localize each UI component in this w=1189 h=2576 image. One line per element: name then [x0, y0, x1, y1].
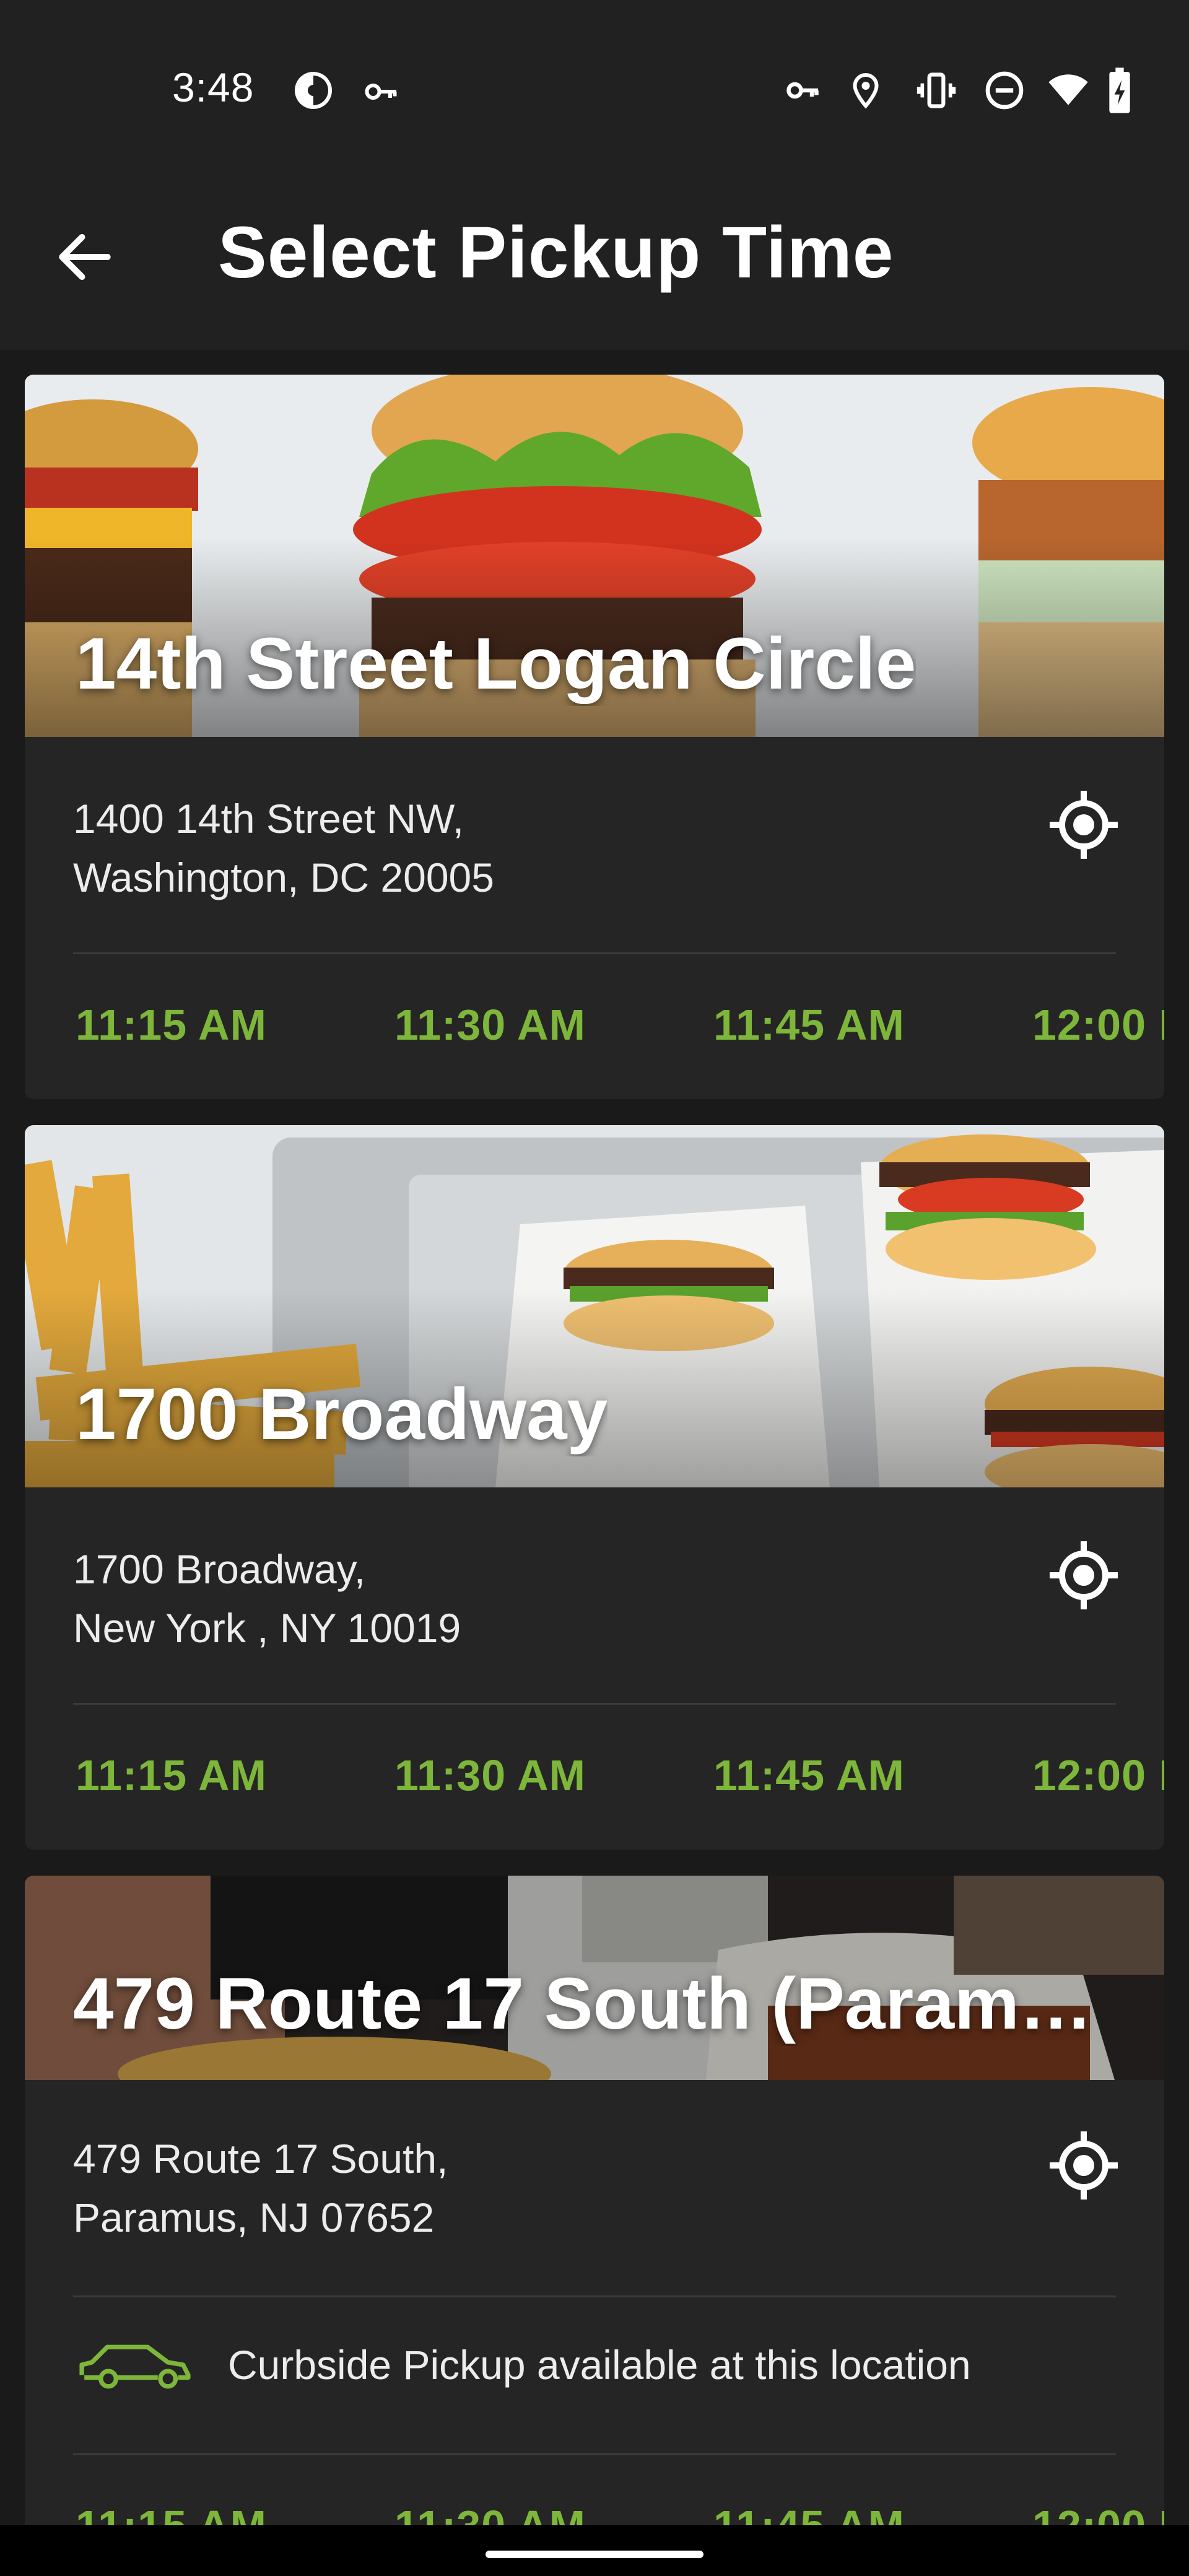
- status-time: 3:48: [172, 64, 255, 110]
- pickup-time-option[interactable]: 11:15 AM: [76, 1000, 267, 1050]
- locate-on-map-button[interactable]: [1047, 788, 1121, 862]
- curbside-text: Curbside Pickup available at this locati…: [228, 2342, 971, 2388]
- locate-on-map-button[interactable]: [1047, 2128, 1121, 2203]
- page-title: Select Pickup Time: [218, 212, 894, 294]
- my-location-icon: [1050, 1541, 1118, 1609]
- location-name: 479 Route 17 South (Param…: [73, 1963, 1092, 2045]
- address-line-2: Paramus, NJ 07652: [73, 2195, 435, 2240]
- pickup-time-option[interactable]: 12:00 PM: [1032, 1751, 1164, 1800]
- curbside-notice: Curbside Pickup available at this locati…: [73, 2334, 971, 2396]
- divider: [73, 952, 1116, 954]
- address-line-2: Washington, DC 20005: [73, 855, 494, 900]
- do-not-disturb-icon: [983, 69, 1026, 115]
- divider: [73, 2453, 1116, 2455]
- wifi-icon: [1045, 69, 1091, 113]
- address-line-1: 1400 14th Street NW,: [73, 796, 464, 842]
- status-bar: 3:48: [0, 0, 1189, 136]
- address-line-2: New York , NY 10019: [73, 1605, 461, 1651]
- car-icon: [79, 2344, 191, 2389]
- address-line-1: 479 Route 17 South,: [73, 2136, 448, 2182]
- pickup-time-option[interactable]: 11:30 AM: [394, 1751, 586, 1800]
- location-card[interactable]: 479 Route 17 South (Param… 479 Route 17 …: [25, 1876, 1164, 2576]
- vibrate-icon: [914, 69, 959, 115]
- pickup-time-option[interactable]: 11:45 AM: [713, 1000, 905, 1050]
- data-saver-icon: [291, 68, 336, 116]
- vpn-key-icon: [782, 72, 824, 112]
- location-photo: 1700 Broadway: [25, 1125, 1164, 1487]
- battery-charging-icon: [1106, 66, 1133, 118]
- pickup-time-option[interactable]: 12:00 PM: [1032, 1000, 1164, 1050]
- pickup-time-option[interactable]: 11:30 AM: [394, 1000, 586, 1050]
- back-button[interactable]: [51, 223, 119, 291]
- pickup-time-option[interactable]: 11:45 AM: [713, 1751, 905, 1800]
- home-handle[interactable]: [486, 2551, 703, 2558]
- location-card[interactable]: 1700 Broadway 1700 Broadway, New York , …: [25, 1125, 1164, 1850]
- location-name: 14th Street Logan Circle: [76, 623, 917, 705]
- screen: 3:48 Select Pickup Time 14th Street Loga…: [0, 0, 1189, 2576]
- divider: [73, 1703, 1116, 1705]
- address-line-1: 1700 Broadway,: [73, 1546, 366, 1592]
- location-photo: 14th Street Logan Circle: [25, 375, 1164, 737]
- location-photo: 479 Route 17 South (Param…: [25, 1876, 1164, 2080]
- locate-on-map-button[interactable]: [1047, 1538, 1121, 1612]
- location-name: 1700 Broadway: [76, 1373, 608, 1455]
- location-pin-icon: [847, 68, 884, 116]
- vpn-key-icon: [362, 73, 399, 113]
- my-location-icon: [1050, 2131, 1118, 2200]
- arrow-back-icon: [59, 233, 111, 281]
- location-card[interactable]: 14th Street Logan Circle 1400 14th Stree…: [25, 375, 1164, 1099]
- gesture-nav-bar: [0, 2525, 1189, 2576]
- app-bar: Select Pickup Time: [0, 136, 1189, 350]
- divider: [73, 2295, 1116, 2297]
- pickup-time-option[interactable]: 11:15 AM: [76, 1751, 267, 1800]
- pickup-times-row: 11:15 AM 11:30 AM 11:45 AM 12:00 PM: [76, 1000, 1164, 1062]
- my-location-icon: [1050, 791, 1118, 859]
- pickup-times-row: 11:15 AM 11:30 AM 11:45 AM 12:00 PM: [76, 1751, 1164, 1812]
